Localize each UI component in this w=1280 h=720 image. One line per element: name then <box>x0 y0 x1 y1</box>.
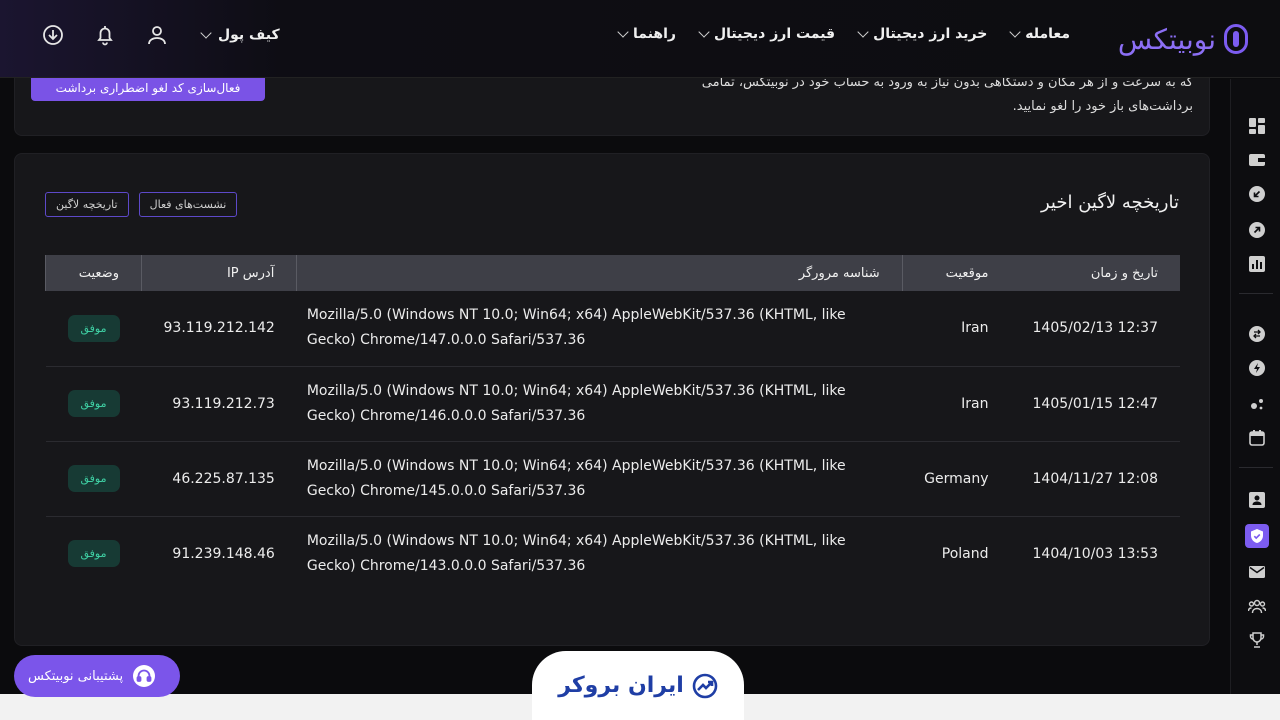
dashboard-icon[interactable] <box>1248 117 1266 135</box>
dots-icon[interactable] <box>1248 395 1266 413</box>
chevron-down-icon <box>200 27 212 39</box>
nav-item-trade[interactable]: معامله <box>1009 26 1070 42</box>
location-cell: Germany <box>902 441 1011 517</box>
watermark-trend-icon <box>692 673 718 698</box>
logo-text: نوبیتکس <box>1117 22 1216 56</box>
datetime-cell: 1405/02/13 12:37 <box>1010 291 1180 367</box>
column-header-datetime: تاریخ و زمان <box>1090 265 1158 281</box>
browser-cell: Mozilla/5.0 (Windows NT 10.0; Win64; x64… <box>296 366 903 442</box>
wallet-label: کیف پول <box>218 27 280 43</box>
table-row: موفق 93.119.212.142 Mozilla/5.0 (Windows… <box>45 291 1180 367</box>
table-row: موفق 91.239.148.46 Mozilla/5.0 (Windows … <box>46 516 1181 591</box>
support-label: پشتیبانی نوبیتکس <box>28 668 124 684</box>
headset-icon <box>133 665 156 687</box>
status-badge: موفق <box>67 465 120 492</box>
column-header-browser: شناسه مرورگر <box>296 255 903 291</box>
sidebar-divider <box>1239 293 1273 294</box>
watermark-text: ایران بروکر <box>558 673 684 698</box>
table-header-row: وضعیت آدرس IP شناسه مرورگر موقعیت تاریخ … <box>45 255 1180 291</box>
wallet-icon[interactable] <box>1248 151 1266 169</box>
sidebar <box>1230 79 1280 720</box>
status-cell: موفق <box>45 441 142 517</box>
security-icon[interactable] <box>1245 524 1269 548</box>
user-icon[interactable] <box>144 22 170 48</box>
ip-cell: 93.119.212.73 <box>141 366 297 442</box>
datetime-cell: 1404/10/03 13:53 <box>1032 545 1159 562</box>
referral-icon[interactable] <box>1248 597 1266 615</box>
location-cell: Iran <box>902 366 1011 442</box>
browser-cell: Mozilla/5.0 (Windows NT 10.0; Win64; x64… <box>296 291 903 367</box>
nav-item-label: خرید ارز دیجیتال <box>873 26 988 42</box>
wallet-menu[interactable]: کیف پول <box>200 27 280 43</box>
mail-icon[interactable] <box>1248 563 1266 581</box>
trophy-icon[interactable] <box>1248 631 1266 649</box>
tab-login-history[interactable]: تاریخچه لاگین <box>45 192 129 217</box>
bell-icon[interactable] <box>92 22 118 48</box>
location-cell: Poland <box>941 545 989 562</box>
deposit-icon[interactable] <box>1248 185 1266 203</box>
chevron-down-icon <box>1009 26 1021 38</box>
chart-icon[interactable] <box>1248 255 1266 273</box>
top-navbar: نوبیتکس معامله خرید ارز دیجیتال قیمت ارز… <box>0 0 1280 78</box>
watermark: ایران بروکر <box>532 651 744 720</box>
column-header-location: موقعیت <box>901 255 1011 291</box>
logo[interactable]: نوبیتکس <box>1118 22 1248 56</box>
withdraw-icon[interactable] <box>1248 221 1266 239</box>
sidebar-divider <box>1239 467 1273 468</box>
nav-item-label: معامله <box>1025 26 1070 42</box>
chevron-down-icon <box>698 26 710 38</box>
nav-item-label: قیمت ارز دیجیتال <box>713 26 836 42</box>
status-badge: موفق <box>67 314 120 342</box>
column-header-ip: آدرس IP <box>140 255 297 291</box>
ip-cell: 46.225.87.135 <box>141 441 297 517</box>
emergency-cancel-description: که به سرعت و از هر مکان و دستگاهی بدون ن… <box>701 75 1193 114</box>
exchange-icon[interactable] <box>1248 325 1266 343</box>
chevron-down-icon <box>857 26 869 38</box>
support-button[interactable]: پشتیبانی نوبیتکس <box>14 655 180 697</box>
login-history-card: تاریخچه لاگین اخیر تاریخچه لاگین نشست‌ها… <box>14 153 1210 646</box>
status-cell: موفق <box>45 291 142 367</box>
page-title: تاریخچه لاگین اخیر <box>1041 192 1179 213</box>
login-history-table: وضعیت آدرس IP شناسه مرورگر موقعیت تاریخ … <box>45 255 1180 591</box>
column-header-status: وضعیت <box>45 255 142 291</box>
main-nav: معامله خرید ارز دیجیتال قیمت ارز دیجیتال… <box>617 26 1070 42</box>
history-tabs: تاریخچه لاگین نشست‌های فعال <box>45 192 238 217</box>
location-cell: Iran <box>902 291 1011 367</box>
download-icon[interactable] <box>40 22 66 48</box>
tab-active-sessions[interactable]: نشست‌های فعال <box>138 192 238 217</box>
nav-item-buy-crypto[interactable]: خرید ارز دیجیتال <box>857 26 988 42</box>
status-badge: موفق <box>67 390 120 417</box>
ip-cell: 93.119.212.142 <box>141 291 297 367</box>
lightning-icon[interactable] <box>1248 359 1266 377</box>
nav-item-help[interactable]: راهنما <box>617 26 676 42</box>
table-row: موفق 93.119.212.73 Mozilla/5.0 (Windows … <box>45 366 1180 442</box>
browser-cell: Mozilla/5.0 (Windows NT 10.0; Win64; x64… <box>306 532 846 574</box>
logo-icon <box>1224 24 1248 54</box>
profile-icon[interactable] <box>1248 491 1266 509</box>
status-badge: موفق <box>67 540 120 568</box>
nav-item-crypto-prices[interactable]: قیمت ارز دیجیتال <box>698 26 836 42</box>
header-tools: کیف پول <box>40 22 280 48</box>
calendar-icon[interactable] <box>1248 429 1266 447</box>
page: که به سرعت و از هر مکان و دستگاهی بدون ن… <box>0 0 1280 720</box>
chevron-down-icon <box>617 26 629 38</box>
ip-cell: 91.239.148.46 <box>172 545 275 562</box>
nav-item-label: راهنما <box>633 26 676 42</box>
table-row: موفق 46.225.87.135 Mozilla/5.0 (Windows … <box>45 441 1180 517</box>
datetime-cell: 1404/11/27 12:08 <box>1010 441 1180 517</box>
status-cell: موفق <box>46 516 142 591</box>
browser-cell: Mozilla/5.0 (Windows NT 10.0; Win64; x64… <box>296 441 903 517</box>
datetime-cell: 1405/01/15 12:47 <box>1010 366 1180 442</box>
status-cell: موفق <box>45 366 142 442</box>
